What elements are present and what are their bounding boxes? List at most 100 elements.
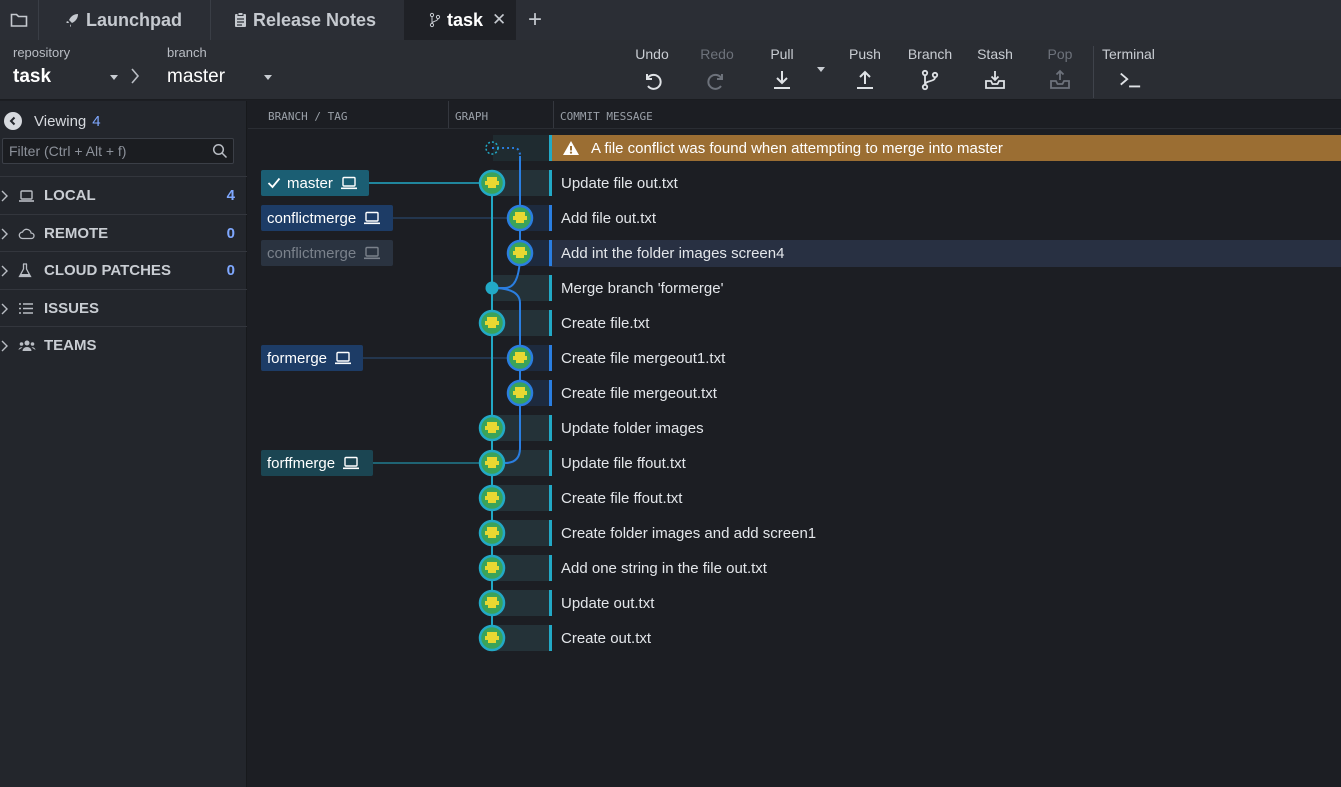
column-header-branch-tag[interactable]: BRANCH / TAG — [248, 101, 449, 128]
commit-message[interactable]: Add file out.txt — [561, 205, 656, 231]
laptop-icon — [342, 456, 360, 470]
commit-avatar-icon — [478, 589, 506, 617]
terminal-label: Terminal — [1102, 46, 1155, 62]
filter-input[interactable]: Filter (Ctrl + Alt + f) — [2, 138, 234, 164]
tab-launchpad-label: Launchpad — [86, 9, 183, 30]
repository-label: repository — [13, 45, 71, 60]
branch-dropdown-icon[interactable] — [264, 75, 272, 80]
section-remote-label: REMOTE — [44, 225, 109, 242]
rocket-icon — [64, 12, 80, 28]
undo-icon — [646, 73, 662, 90]
commit-avatar-icon — [478, 519, 506, 547]
stash-icon — [985, 71, 1005, 89]
filter-placeholder: Filter (Ctrl + Alt + f) — [9, 143, 127, 159]
commit-avatar-icon — [506, 344, 534, 372]
section-cloud-patches-count: 0 — [226, 262, 235, 279]
commit-message[interactable]: Create out.txt — [561, 625, 651, 651]
section-issues[interactable]: ISSUES — [0, 289, 247, 327]
commit-message[interactable]: Merge branch 'formerge' — [561, 275, 723, 301]
section-local-label: LOCAL — [44, 187, 96, 204]
conflict-banner-text: A file conflict was found when attemptin… — [591, 139, 1003, 157]
redo-icon — [707, 73, 723, 90]
branch-tag-label: forffmerge — [267, 454, 336, 472]
flask-icon — [18, 263, 36, 278]
commit-message[interactable]: Update file ffout.txt — [561, 450, 686, 476]
tab-release-notes-label: Release Notes — [253, 9, 377, 30]
pop-label: Pop — [1047, 46, 1073, 62]
commit-avatar-icon — [478, 484, 506, 512]
repository-selector[interactable]: task — [13, 66, 51, 88]
chevron-right-icon — [1, 190, 10, 202]
laptop-icon — [340, 176, 358, 190]
chevron-right-icon — [1, 303, 10, 315]
pull-dropdown-icon[interactable] — [817, 67, 825, 72]
commit-message[interactable]: Update folder images — [561, 415, 704, 441]
stash-label: Stash — [977, 46, 1013, 62]
add-tab-button[interactable]: + — [528, 6, 542, 34]
commit-message[interactable]: Update file out.txt — [561, 170, 678, 196]
branch-button-label: Branch — [907, 46, 953, 62]
section-teams-label: TEAMS — [44, 337, 97, 354]
section-local[interactable]: LOCAL 4 — [0, 176, 247, 214]
tab-bar: Launchpad Release Notes task ✕ + — [0, 0, 1341, 40]
chevron-right-icon — [1, 340, 10, 352]
commit-avatar-icon — [478, 169, 506, 197]
section-local-count: 4 — [226, 187, 235, 204]
conflict-banner[interactable]: A file conflict was found when attemptin… — [549, 135, 1341, 161]
commit-message[interactable]: Create file.txt — [561, 310, 649, 336]
push-icon — [857, 70, 873, 89]
section-cloud-patches-label: CLOUD PATCHES — [44, 262, 171, 279]
pop-button[interactable]: Pop — [1030, 46, 1090, 92]
toolbar: repository task branch master Undo Redo … — [0, 40, 1341, 100]
terminal-button[interactable]: Terminal — [1102, 46, 1164, 92]
laptop-icon — [334, 351, 352, 365]
repository-dropdown-icon[interactable] — [110, 75, 118, 80]
branch-tag-conflictmerge-ghost[interactable]: conflictmerge — [261, 240, 393, 266]
commit-message[interactable]: Create file mergeout1.txt — [561, 345, 725, 371]
section-remote[interactable]: REMOTE 0 — [0, 214, 247, 252]
users-icon — [18, 339, 36, 352]
laptop-icon — [363, 211, 381, 225]
branch-tag-label: master — [287, 174, 333, 192]
commit-message[interactable]: Add int the folder images screen4 — [561, 240, 784, 266]
laptop-icon — [363, 246, 381, 260]
stash-button[interactable]: Stash — [965, 46, 1025, 92]
commit-avatar-icon — [478, 449, 506, 477]
column-header-commit-message[interactable]: COMMIT MESSAGE — [554, 101, 1341, 128]
branch-button[interactable]: Branch — [900, 46, 960, 92]
section-teams[interactable]: TEAMS — [0, 326, 247, 364]
close-icon[interactable]: ✕ — [492, 10, 506, 30]
commit-message[interactable]: Update out.txt — [561, 590, 654, 616]
commit-message[interactable]: Create file mergeout.txt — [561, 380, 717, 406]
branch-tag-forffmerge[interactable]: forffmerge — [261, 450, 373, 476]
undo-button[interactable]: Undo — [622, 46, 682, 92]
git-branch-icon — [921, 69, 939, 91]
tab-launchpad[interactable]: Launchpad — [38, 0, 210, 40]
tab-task[interactable]: task ✕ — [404, 0, 516, 40]
search-icon — [212, 143, 228, 162]
back-icon[interactable] — [4, 112, 22, 130]
tab-release-notes[interactable]: Release Notes — [210, 0, 404, 40]
pull-button[interactable]: Pull — [752, 46, 812, 92]
tab-task-label: task — [447, 9, 484, 30]
branch-label: branch — [167, 45, 207, 60]
branch-tag-master[interactable]: master — [261, 170, 369, 196]
section-cloud-patches[interactable]: CLOUD PATCHES 0 — [0, 251, 247, 289]
commit-message[interactable]: Add one string in the file out.txt — [561, 555, 767, 581]
redo-label: Redo — [700, 46, 734, 62]
viewing-label: Viewing — [34, 112, 87, 130]
redo-button[interactable]: Redo — [687, 46, 747, 92]
folder-icon[interactable] — [0, 0, 38, 40]
sidebar: Viewing 4 Filter (Ctrl + Alt + f) LOCAL … — [0, 101, 247, 787]
commit-avatar-icon — [478, 309, 506, 337]
branch-tag-conflictmerge[interactable]: conflictmerge — [261, 205, 393, 231]
branch-selector[interactable]: master — [167, 66, 225, 88]
push-button[interactable]: Push — [835, 46, 895, 92]
commit-message[interactable]: Create file ffout.txt — [561, 485, 682, 511]
commit-message[interactable]: Create folder images and add screen1 — [561, 520, 816, 546]
column-header-graph[interactable]: GRAPH — [449, 101, 554, 128]
clipboard-icon — [234, 12, 247, 28]
merge-commit-node — [485, 281, 499, 295]
branch-tag-formerge[interactable]: formerge — [261, 345, 363, 371]
cloud-icon — [18, 227, 36, 240]
